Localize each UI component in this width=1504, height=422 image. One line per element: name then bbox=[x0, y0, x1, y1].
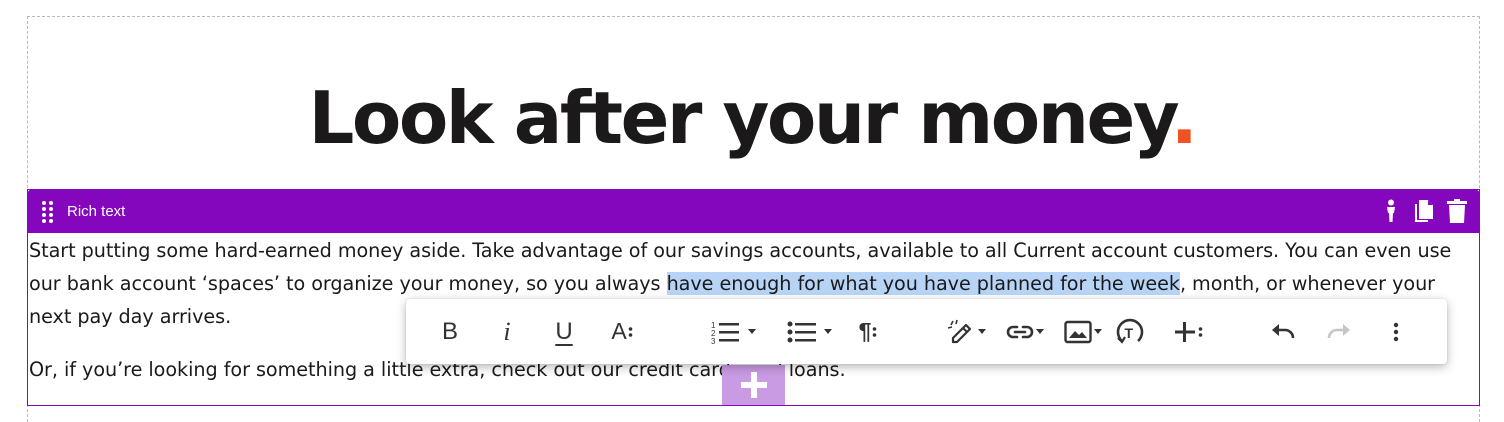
undo-icon bbox=[1272, 323, 1295, 338]
svg-text:3: 3 bbox=[711, 337, 716, 344]
link-button[interactable] bbox=[995, 299, 1045, 364]
more-options-button[interactable] bbox=[1374, 299, 1418, 364]
highlight-button[interactable] bbox=[936, 299, 986, 364]
drag-handle-icon[interactable] bbox=[40, 200, 56, 223]
add-block-button[interactable] bbox=[722, 365, 785, 405]
vertical-dots-icon bbox=[1393, 322, 1399, 341]
image-button[interactable] bbox=[1053, 299, 1103, 364]
more-options-dots-icon bbox=[1198, 326, 1202, 337]
highlighter-icon bbox=[947, 319, 972, 343]
chevron-down-icon bbox=[1094, 329, 1102, 334]
formatting-toolbar: B i U A 1 2 3 ¶ T bbox=[406, 299, 1447, 364]
trash-icon[interactable] bbox=[1446, 198, 1468, 224]
block-label: Rich text bbox=[67, 202, 126, 220]
text-style-icon: A bbox=[611, 318, 627, 344]
copy-icon[interactable] bbox=[1413, 198, 1435, 224]
bulleted-list-button[interactable] bbox=[772, 299, 832, 364]
person-icon[interactable] bbox=[1380, 198, 1402, 224]
block-header: Rich text bbox=[27, 189, 1480, 233]
redo-button[interactable] bbox=[1317, 299, 1361, 364]
numbered-list-icon: 1 2 3 bbox=[711, 321, 739, 344]
link-icon bbox=[1006, 325, 1034, 338]
svg-text:T: T bbox=[1125, 325, 1134, 341]
italic-button[interactable]: i bbox=[485, 299, 529, 364]
bulleted-list-icon bbox=[787, 321, 816, 342]
page-title: Look after your money. bbox=[308, 76, 1198, 160]
undo-button[interactable] bbox=[1261, 299, 1305, 364]
chevron-down-icon bbox=[748, 329, 756, 334]
paragraph-icon: ¶ bbox=[858, 318, 872, 344]
title-accent-dot: . bbox=[1170, 76, 1198, 160]
image-icon bbox=[1064, 320, 1092, 343]
text-style-button[interactable]: A bbox=[600, 299, 644, 364]
underline-icon: U bbox=[555, 317, 573, 345]
bold-button[interactable]: B bbox=[428, 299, 472, 364]
text-selection: have enough for what you have planned fo… bbox=[666, 272, 1180, 295]
paragraph-format-button[interactable]: ¶ bbox=[846, 299, 890, 364]
clear-formatting-button[interactable]: T bbox=[1110, 299, 1150, 364]
plus-icon bbox=[1174, 321, 1195, 342]
underline-button[interactable]: U bbox=[542, 299, 586, 364]
insert-button[interactable] bbox=[1166, 299, 1210, 364]
italic-icon: i bbox=[503, 316, 511, 346]
bold-icon: B bbox=[441, 317, 458, 345]
chevron-down-icon bbox=[1036, 329, 1044, 334]
numbered-list-button[interactable]: 1 2 3 bbox=[696, 299, 756, 364]
chevron-down-icon bbox=[978, 329, 986, 334]
more-options-dots-icon bbox=[873, 326, 877, 337]
clear-formatting-icon: T bbox=[1116, 318, 1144, 344]
block-actions bbox=[1380, 198, 1468, 224]
redo-icon bbox=[1327, 323, 1350, 338]
plus-icon bbox=[740, 372, 767, 398]
more-options-dots-icon bbox=[628, 326, 632, 337]
chevron-down-icon bbox=[824, 329, 832, 334]
